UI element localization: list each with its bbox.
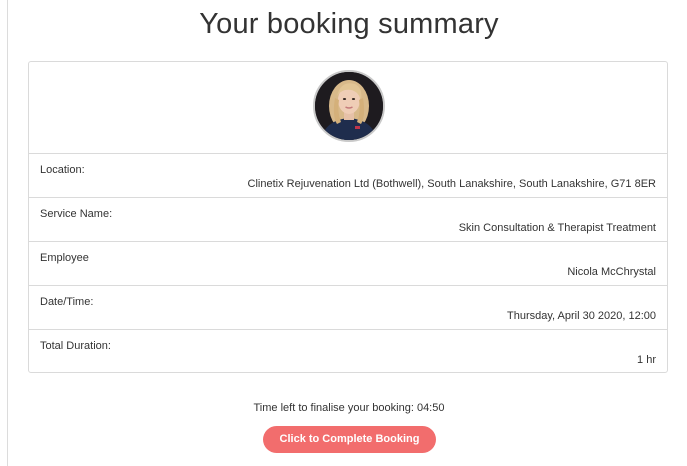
complete-booking-button[interactable]: Click to Complete Booking xyxy=(263,426,436,453)
summary-row-datetime: Date/Time: Thursday, April 30 2020, 12:0… xyxy=(29,286,667,330)
service-name-value: Skin Consultation & Therapist Treatment xyxy=(458,222,656,234)
booking-summary-card: Location: Clinetix Rejuvenation Ltd (Bot… xyxy=(28,61,668,373)
datetime-value: Thursday, April 30 2020, 12:00 xyxy=(506,310,656,322)
summary-row-location: Location: Clinetix Rejuvenation Ltd (Bot… xyxy=(29,154,667,198)
datetime-label: Date/Time: xyxy=(40,296,94,308)
page-title: Your booking summary xyxy=(199,8,499,40)
summary-row-employee: Employee Nicola McChrystal xyxy=(29,242,667,286)
location-value: Clinetix Rejuvenation Ltd (Bothwell), So… xyxy=(247,178,656,190)
employee-avatar-section xyxy=(29,62,667,154)
summary-row-service: Service Name: Skin Consultation & Therap… xyxy=(29,198,667,242)
employee-value: Nicola McChrystal xyxy=(567,266,656,278)
duration-label: Total Duration: xyxy=(40,340,111,352)
booking-countdown: Time left to finalise your booking: 04:5… xyxy=(253,402,445,414)
location-label: Location: xyxy=(40,164,85,176)
summary-row-duration: Total Duration: 1 hr xyxy=(29,330,667,372)
left-divider xyxy=(7,0,8,466)
employee-label: Employee xyxy=(40,252,89,264)
employee-photo-icon xyxy=(315,72,383,140)
service-name-label: Service Name: xyxy=(40,208,113,220)
booking-summary-page: Your booking summary Location: Clinetix … xyxy=(0,0,687,466)
employee-avatar xyxy=(313,70,385,142)
duration-value: 1 hr xyxy=(637,354,656,366)
